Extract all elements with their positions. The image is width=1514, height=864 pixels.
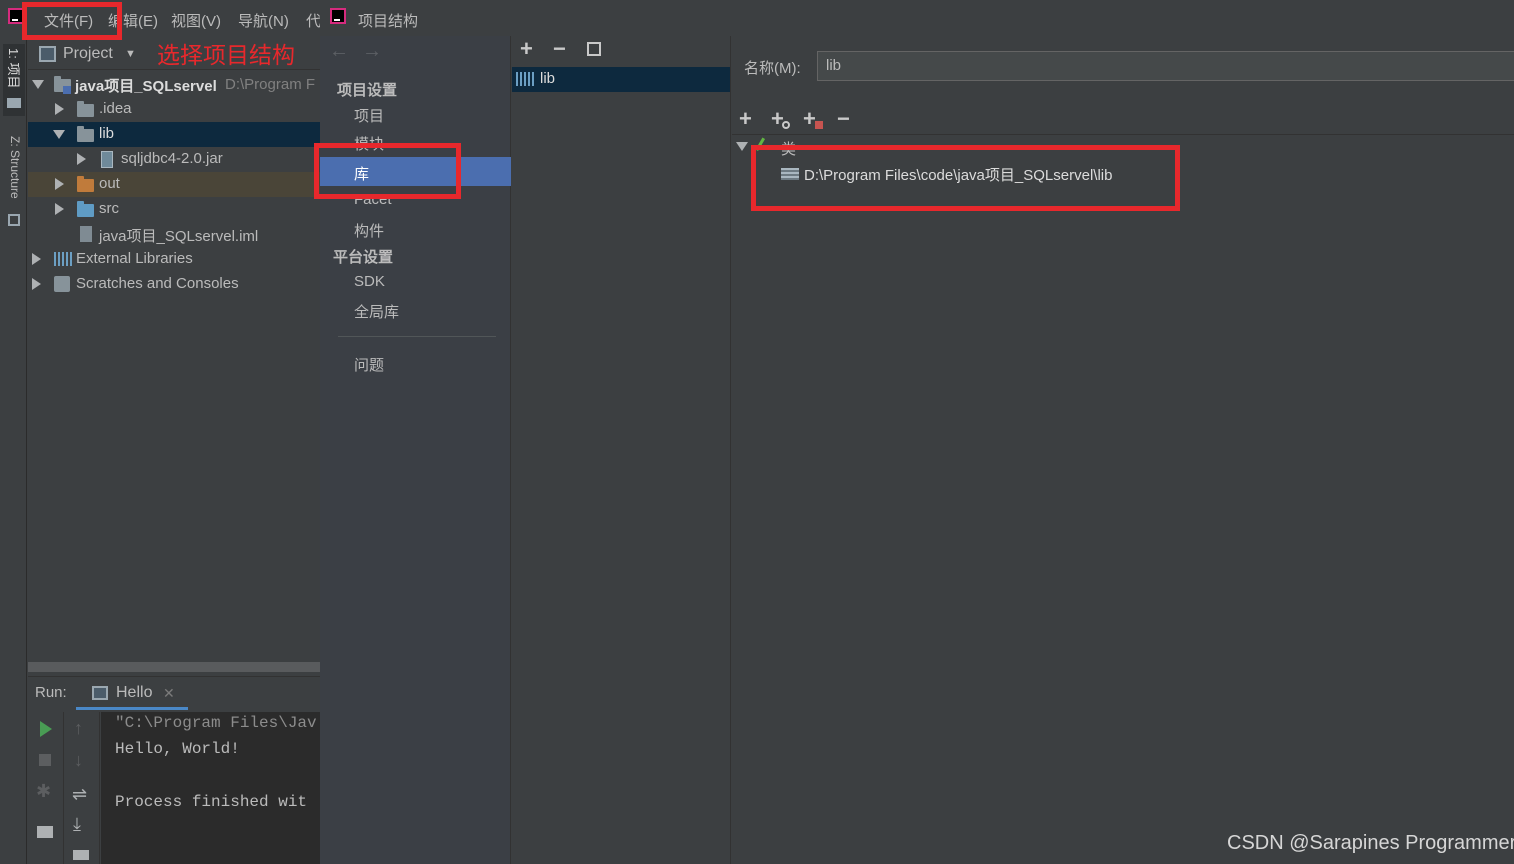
expand-arrow-icon[interactable] (55, 103, 64, 115)
settings-icon[interactable]: ✱ (36, 781, 51, 802)
console-line: Process finished wit (115, 793, 308, 811)
project-view-icon (39, 46, 56, 62)
console-icon (92, 686, 108, 700)
rerun-icon[interactable] (40, 721, 52, 737)
library-icon (54, 252, 72, 266)
nav-item-artifacts[interactable]: 构件 (354, 220, 384, 241)
name-input[interactable] (817, 51, 1514, 81)
tree-root-classes[interactable]: 类 (781, 138, 796, 159)
nav-item-modules[interactable]: 模块 (354, 133, 384, 154)
chevron-down-icon[interactable]: ▼ (125, 48, 136, 60)
module-badge-icon (63, 86, 71, 94)
forward-arrow-icon[interactable]: → (362, 40, 382, 63)
expand-arrow-icon[interactable] (32, 278, 41, 290)
tree-item-jar[interactable]: sqljdbc4-2.0.jar (121, 150, 223, 167)
library-icon (516, 72, 534, 86)
expand-arrow-icon[interactable] (55, 203, 64, 215)
tree-item-project-path: D:\Program F (225, 76, 316, 93)
expand-arrow-icon[interactable] (32, 253, 41, 265)
run-label: Run: (35, 684, 67, 701)
folder-icon (77, 176, 94, 192)
collapse-arrow-icon[interactable] (736, 142, 748, 151)
folder-icon (77, 126, 94, 142)
tree-item-idea[interactable]: .idea (99, 100, 132, 117)
nav-item-project[interactable]: 项目 (354, 105, 384, 126)
add-icon[interactable]: + (520, 38, 533, 60)
tree-item-src[interactable]: src (99, 200, 119, 217)
stop-icon[interactable] (39, 754, 51, 766)
nav-item-libraries-selected[interactable] (320, 157, 511, 186)
detail-toolbar-divider (732, 134, 1514, 135)
structure-tab-icon (8, 214, 20, 226)
project-tab-label: 1: 项目 (6, 48, 21, 89)
name-label: 名称(M): (744, 60, 801, 77)
nav-item-sdk[interactable]: SDK (354, 273, 385, 290)
soft-wrap-icon[interactable]: ⇌ (72, 784, 87, 805)
directory-icon (781, 168, 799, 180)
dialog-logo-icon (330, 8, 346, 24)
nav-section-project-settings: 项目设置 (337, 82, 398, 99)
project-view-dropdown[interactable]: Project (63, 45, 113, 63)
remove-root-icon[interactable]: − (837, 108, 850, 130)
menu-item-file[interactable]: 文件(F) (44, 10, 93, 31)
watermark: CSDN @Sarapines Programmer (1227, 832, 1514, 854)
tree-row-out-bg (28, 172, 320, 197)
attach-badge-icon (782, 121, 790, 129)
expand-arrow-icon[interactable] (32, 80, 44, 89)
library-list-panel (512, 36, 731, 864)
scratches-icon (54, 276, 70, 292)
nav-section-platform-settings: 平台设置 (333, 249, 394, 266)
jar-icon (101, 151, 113, 168)
copy-icon[interactable] (587, 42, 601, 56)
iml-file-icon (80, 226, 92, 242)
add-root-icon[interactable]: + (739, 108, 752, 130)
library-list-item[interactable]: lib (540, 70, 555, 87)
console-output[interactable] (101, 712, 320, 864)
tree-item-out[interactable]: out (99, 175, 120, 192)
menu-item-code[interactable]: 代 (306, 10, 321, 31)
remove-icon[interactable]: − (553, 38, 566, 60)
nav-item-global-libraries[interactable]: 全局库 (354, 301, 399, 322)
nav-item-problems[interactable]: 问题 (354, 354, 384, 375)
nav-divider (338, 336, 496, 337)
menu-item-navigate[interactable]: 导航(N) (238, 10, 289, 31)
collapse-arrow-icon[interactable] (53, 130, 65, 139)
down-arrow-icon[interactable]: ↓ (74, 750, 83, 771)
tree-item-scratches[interactable]: Scratches and Consoles (76, 275, 239, 292)
print-icon[interactable] (73, 850, 89, 860)
library-root-path[interactable]: D:\Program Files\code\java项目_SQLservel\l… (804, 164, 1112, 185)
expand-arrow-icon[interactable] (77, 153, 86, 165)
layout-icon[interactable] (37, 826, 53, 838)
scroll-to-end-icon[interactable]: ⤓ (73, 814, 81, 835)
run-tab-name[interactable]: Hello (116, 684, 152, 702)
close-icon[interactable]: ✕ (163, 685, 175, 702)
structure-tab-label[interactable]: Z: Structure (8, 136, 22, 199)
console-line: "C:\Program Files\Jav (115, 714, 317, 732)
folder-icon (77, 201, 94, 217)
folder-icon (77, 101, 94, 117)
nav-item-facets[interactable]: Facet (354, 191, 392, 208)
tree-row-selected-bg (28, 122, 320, 147)
project-tab-folder-icon (7, 98, 21, 108)
tree-item-external-libraries[interactable]: External Libraries (76, 250, 193, 267)
back-arrow-icon[interactable]: ← (329, 40, 349, 63)
up-arrow-icon[interactable]: ↑ (74, 718, 83, 739)
app-logo-icon (8, 8, 24, 24)
tree-item-project-root[interactable]: java项目_SQLservel (75, 75, 217, 96)
name-input-value: lib (826, 57, 842, 74)
nav-item-libraries[interactable]: 库 (354, 163, 369, 184)
library-detail-panel (732, 36, 1514, 864)
annotation-select-project-structure: 选择项目结构 (157, 42, 295, 68)
orange-badge-icon (815, 121, 823, 129)
console-line: Hello, World! (115, 740, 240, 758)
menu-item-view[interactable]: 视图(V) (171, 10, 221, 31)
add-dir-icon[interactable]: + (803, 108, 816, 130)
menu-item-edit[interactable]: 编辑(E) (108, 10, 158, 31)
dialog-title: 项目结构 (358, 13, 419, 30)
tree-item-iml[interactable]: java项目_SQLservel.iml (99, 225, 258, 246)
expand-arrow-icon[interactable] (55, 178, 64, 190)
tree-item-lib[interactable]: lib (99, 125, 114, 142)
horizontal-scrollbar[interactable] (28, 662, 320, 672)
dialog-title-bar (320, 0, 1514, 36)
